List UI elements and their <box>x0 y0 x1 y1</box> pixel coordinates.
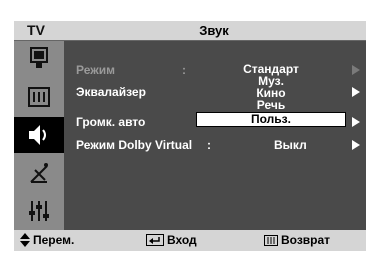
tv-label: TV <box>27 22 45 38</box>
menu-icon <box>264 234 278 246</box>
mode-dropdown[interactable]: Стандарт Муз. Кино Речь Польз. <box>196 61 346 129</box>
picture-menu-icon <box>30 47 48 68</box>
up-down-arrow-icon <box>20 233 30 247</box>
sound-menu-content: Режим : Эквалайзер Громк. авто Режим Dol… <box>64 41 366 230</box>
footer-move: Перем. <box>20 233 74 247</box>
equalizer-label: Эквалайзер <box>76 85 146 99</box>
dropdown-option[interactable]: Речь <box>196 99 346 111</box>
sidebar-item-setup[interactable] <box>14 193 64 229</box>
dropdown-option-selected[interactable]: Польз. <box>196 112 346 127</box>
chevron-right-icon <box>352 140 360 150</box>
footer-move-label: Перем. <box>33 233 75 247</box>
footer-enter: Вход <box>146 233 197 247</box>
menu-header: TV Звук <box>14 21 366 41</box>
footer-return: Возврат <box>264 233 330 247</box>
speaker-icon <box>29 125 46 145</box>
sidebar-item-picture[interactable] <box>14 41 64 77</box>
tv-menu-screen: TV Звук Режим: Эквалайзер Громк. авто Р… <box>14 21 366 251</box>
menu-sidebar <box>14 41 64 230</box>
dolby-value: Выкл <box>274 138 307 152</box>
sound-settings-icon <box>28 87 50 107</box>
sidebar-item-sound[interactable] <box>14 117 64 153</box>
mode-label: Режим <box>76 63 115 77</box>
dolby-colon: : <box>207 138 211 152</box>
menu-row-dolby[interactable]: Режим Dolby Virtual : Выкл <box>64 135 366 155</box>
sidebar-item-channel[interactable] <box>14 155 64 191</box>
page-title: Звук <box>199 23 229 38</box>
setup-sliders-icon <box>29 201 49 221</box>
footer-enter-label: Вход <box>167 233 197 247</box>
antenna-icon <box>30 163 48 183</box>
menu-footer: Перем. Вход Возврат <box>14 230 366 251</box>
footer-return-label: Возврат <box>281 233 331 247</box>
auto-volume-label: Громк. авто <box>76 115 146 129</box>
enter-icon <box>146 234 164 246</box>
chevron-right-icon <box>352 65 360 75</box>
chevron-right-icon <box>352 117 360 127</box>
dolby-label: Режим Dolby Virtual <box>76 138 193 152</box>
sidebar-item-sound-settings[interactable] <box>14 79 64 115</box>
mode-colon: : <box>182 63 186 77</box>
chevron-right-icon <box>352 87 360 97</box>
